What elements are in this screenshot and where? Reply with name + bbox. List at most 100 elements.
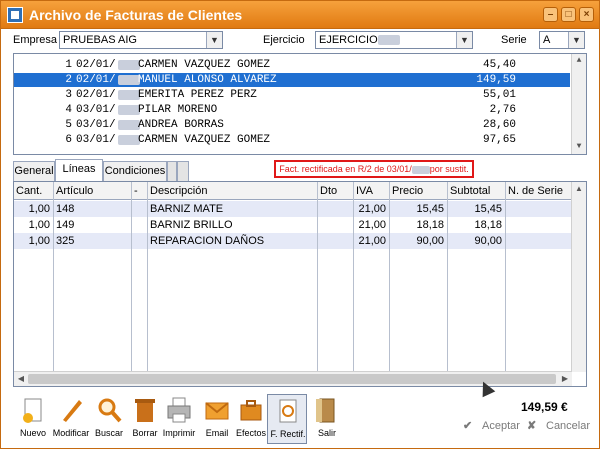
invoice-row[interactable]: 1 02/01/CARMEN VAZQUEZ GOMEZ 45,40 [14, 58, 570, 72]
tab-empty [177, 161, 189, 181]
toolbar-button-salir[interactable]: Salir [307, 394, 347, 444]
invoice-amount: 45,40 [482, 59, 516, 71]
cell-cant: 1,00 [28, 203, 50, 215]
table-row[interactable]: 1,00 149 BARNIZ BRILLO 21,00 18,18 18,18 [14, 217, 572, 233]
table-row[interactable]: 1,00 148 BARNIZ MATE 21,00 15,45 15,45 [14, 201, 572, 217]
empresa-value: PRUEBAS AIG [63, 34, 137, 46]
scroll-down-icon[interactable]: ▼ [572, 140, 586, 154]
trash-icon [131, 396, 159, 424]
redacted-year [118, 75, 140, 85]
accept-button[interactable]: ✔ Aceptar [463, 419, 520, 437]
chevron-down-icon[interactable]: ▼ [456, 32, 472, 48]
invoice-row[interactable]: 6 03/01/CARMEN VAZQUEZ GOMEZ 97,65 [14, 133, 570, 147]
invoice-date: 03/01/ [76, 119, 116, 131]
close-button[interactable]: × [579, 7, 594, 22]
cell-articulo: 149 [56, 219, 75, 231]
invoice-amount: 2,76 [489, 104, 516, 116]
grid-header: Cant. Artículo - Descripción Dto IVA Pre… [14, 182, 572, 200]
cancel-label: Cancelar [546, 420, 591, 432]
invoice-number: 6 [65, 134, 72, 146]
invoice-number: 1 [65, 59, 72, 71]
redacted-year [118, 135, 140, 145]
cell-articulo: 148 [56, 203, 75, 215]
cancel-button[interactable]: ✘ Cancelar [527, 419, 590, 437]
tab-general[interactable]: General [13, 161, 55, 181]
invoice-archive-window: Archivo de Facturas de Clientes – □ × Em… [0, 0, 600, 449]
chevron-down-icon[interactable]: ▼ [206, 32, 222, 48]
chevron-down-icon[interactable]: ▼ [568, 32, 584, 48]
redacted-year [377, 35, 400, 46]
scroll-up-icon[interactable]: ▲ [572, 182, 586, 196]
invoice-number: 5 [65, 119, 72, 131]
header-descripcion: Descripción [150, 185, 208, 197]
empresa-select[interactable]: PRUEBAS AIG ▼ [59, 31, 223, 49]
magnifier-icon [95, 396, 123, 424]
title-bar: Archivo de Facturas de Clientes – □ × [1, 1, 599, 29]
app-icon [7, 7, 23, 23]
cell-iva: 21,00 [358, 235, 386, 247]
scroll-left-icon[interactable]: ◀ [14, 372, 28, 386]
scroll-thumb[interactable] [28, 374, 556, 384]
invoice-number: 3 [65, 89, 72, 101]
grid-vertical-scrollbar[interactable]: ▲ [571, 182, 586, 372]
tab-empty [167, 161, 177, 181]
cell-subtotal: 18,18 [474, 219, 502, 231]
cell-subtotal: 90,00 [474, 235, 502, 247]
client-name: CARMEN VAZQUEZ GOMEZ [138, 134, 271, 146]
cell-articulo: 325 [56, 235, 75, 247]
rectification-prefix: Fact. rectificada en R/2 de 03/01/ [279, 164, 412, 174]
pen-icon [57, 396, 85, 424]
briefcase-icon [237, 396, 265, 424]
redacted-year [118, 120, 140, 130]
invoice-amount: 55,01 [482, 89, 516, 101]
ejercicio-value: EJERCICIO [319, 34, 378, 46]
rectification-notice: Fact. rectificada en R/2 de 03/01/por su… [274, 160, 474, 178]
header-serie: N. de Serie [508, 185, 564, 197]
header-articulo: Artículo [56, 185, 94, 197]
invoice-row[interactable]: 5 03/01/ANDREA BORRAS 28,60 [14, 118, 570, 132]
empresa-label: Empresa [13, 34, 58, 46]
tab-lineas[interactable]: Líneas [55, 159, 103, 181]
invoice-list-scrollbar[interactable]: ▲ ▼ [571, 54, 586, 154]
client-name: EMERITA PEREZ PERZ [138, 89, 257, 101]
redacted-year [118, 60, 140, 70]
cell-precio: 15,45 [416, 203, 444, 215]
ejercicio-label: Ejercicio [263, 34, 305, 46]
invoice-row[interactable]: 3 02/01/EMERITA PEREZ PERZ 55,01 [14, 88, 570, 102]
cell-subtotal: 15,45 [474, 203, 502, 215]
header-subtotal: Subtotal [450, 185, 491, 197]
tab-condiciones[interactable]: Condiciones [103, 161, 167, 181]
cell-cant: 1,00 [28, 235, 50, 247]
redacted-year [118, 90, 140, 100]
header-dash: - [134, 185, 138, 197]
rectify-document-icon [274, 397, 302, 425]
header-precio: Precio [392, 185, 424, 197]
invoice-row[interactable]: 4 03/01/PILAR MORENO 2,76 [14, 103, 570, 117]
table-row[interactable]: 1,00 325 REPARACION DAÑOS 21,00 90,00 90,00 [14, 233, 572, 249]
serie-value: A [543, 34, 551, 46]
redacted-year [118, 105, 140, 115]
maximize-button[interactable]: □ [561, 7, 576, 22]
invoice-date: 03/01/ [76, 134, 116, 146]
client-name: MANUEL ALONSO ALVAREZ [138, 74, 277, 86]
client-name: CARMEN VAZQUEZ GOMEZ [138, 59, 271, 71]
scroll-up-icon[interactable]: ▲ [572, 54, 586, 68]
toolbar-label: Salir [317, 428, 336, 438]
scroll-right-icon[interactable]: ▶ [558, 372, 572, 386]
header-cant: Cant. [16, 185, 43, 197]
ejercicio-select[interactable]: EJERCICIO ▼ [315, 31, 473, 49]
serie-label: Serie [501, 34, 527, 46]
invoice-date: 02/01/ [76, 89, 116, 101]
window-title: Archivo de Facturas de Clientes [29, 7, 243, 23]
new-document-icon [19, 396, 47, 424]
minimize-button[interactable]: – [543, 7, 558, 22]
invoice-list[interactable]: 1 02/01/CARMEN VAZQUEZ GOMEZ 45,40 2 02/01/M… [13, 53, 587, 155]
invoice-lines-grid[interactable]: Cant. Artículo - Descripción Dto IVA Pre… [13, 181, 587, 387]
invoice-date: 02/01/ [76, 74, 116, 86]
cell-precio: 90,00 [416, 235, 444, 247]
envelope-icon [203, 396, 231, 424]
serie-select[interactable]: A ▼ [539, 31, 585, 49]
invoice-row[interactable]: 2 02/01/MANUEL ALONSO ALVAREZ 149,59 [14, 73, 570, 87]
invoice-amount: 28,60 [482, 119, 516, 131]
cell-iva: 21,00 [358, 219, 386, 231]
